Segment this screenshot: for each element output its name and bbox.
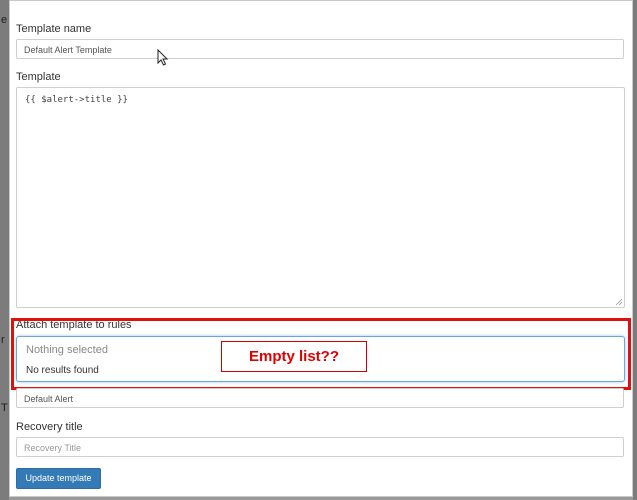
edit-template-modal: Template name Default Alert Template Tem… [9, 0, 633, 497]
recovery-title-input[interactable]: Recovery Title [16, 437, 624, 457]
backdrop-char: e [1, 14, 8, 26]
annotation-callout: Empty list?? [221, 341, 367, 372]
template-textarea[interactable]: {{ $alert->title }} [16, 87, 625, 308]
resize-handle-icon[interactable] [615, 298, 622, 305]
recovery-title-label: Recovery title [16, 421, 83, 433]
backdrop-left: e r T [0, 0, 9, 500]
mouse-cursor-icon [157, 49, 169, 66]
backdrop-char: T [1, 402, 8, 414]
template-textarea-content: {{ $alert->title }} [25, 95, 128, 105]
title-input[interactable]: Default Alert [16, 388, 624, 408]
template-name-input[interactable]: Default Alert Template [16, 39, 624, 59]
update-template-button[interactable]: Update template [16, 468, 101, 489]
backdrop-char: r [1, 334, 5, 346]
template-label: Template [16, 71, 61, 83]
template-name-label: Template name [16, 23, 92, 35]
